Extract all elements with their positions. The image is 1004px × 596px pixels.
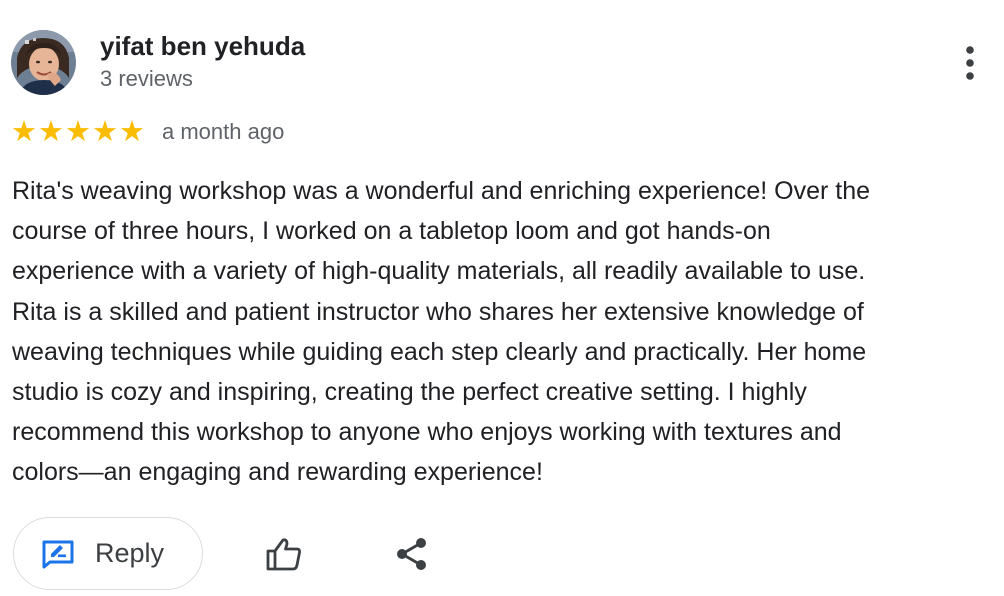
star-icon: ★ <box>38 115 64 148</box>
reply-edit-icon <box>41 539 75 569</box>
review-text: Rita's weaving workshop was a wonderful … <box>12 171 997 493</box>
rating-row: ★ ★ ★ ★ ★ a month ago <box>11 116 284 148</box>
user-avatar-photo <box>11 30 76 95</box>
reviewer-name[interactable]: yifat ben yehuda <box>100 31 305 62</box>
review-text-line: studio is cozy and inspiring, creating t… <box>12 378 807 407</box>
avatar[interactable] <box>11 30 76 95</box>
review-text-line: weaving techniques while guiding each st… <box>12 337 867 366</box>
reviewer-review-count[interactable]: 3 reviews <box>100 66 193 92</box>
review-date: a month ago <box>162 119 285 144</box>
thumbs-up-icon <box>266 538 301 571</box>
reply-button[interactable]: Reply <box>13 517 203 590</box>
share-button[interactable] <box>390 532 434 576</box>
review-text-line: recommend this workshop to anyone who en… <box>12 418 842 447</box>
more-options-button[interactable] <box>950 38 990 88</box>
star-icon: ★ <box>65 115 91 148</box>
star-icon: ★ <box>92 115 118 148</box>
review-text-line: Rita's weaving workshop was a wonderful … <box>12 177 871 205</box>
review-text-line: course of three hours, I worked on a tab… <box>12 217 771 246</box>
review-text-line: Rita is a skilled and patient instructor… <box>12 297 864 326</box>
more-vertical-icon <box>966 46 974 80</box>
reply-label: Reply <box>95 538 165 568</box>
review-text-line: experience with a variety of high-qualit… <box>12 257 866 286</box>
star-icon: ★ <box>119 115 145 148</box>
share-icon <box>397 538 426 570</box>
star-icon: ★ <box>11 115 37 148</box>
like-button[interactable] <box>262 532 306 576</box>
review-text-line: colors—an engaging and rewarding experie… <box>12 458 543 487</box>
star-rating: ★ ★ ★ ★ ★ <box>11 115 145 148</box>
